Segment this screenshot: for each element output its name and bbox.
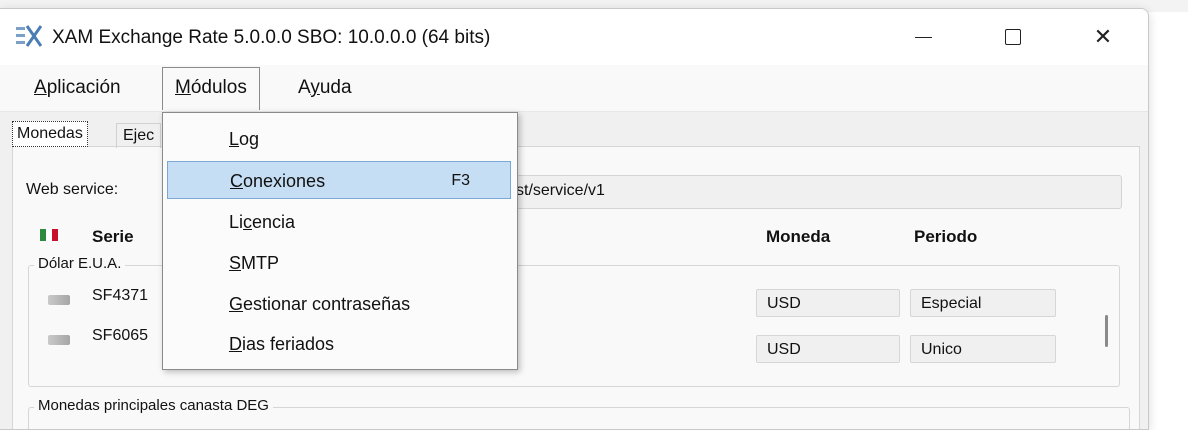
menu-item-label: SMTP bbox=[229, 253, 280, 273]
menu-mnemonic: y bbox=[310, 77, 320, 98]
menu-ayuda[interactable]: Ayuda bbox=[290, 73, 360, 103]
moneda-field[interactable]: USD bbox=[756, 335, 900, 363]
menu-item-gestionar-contrasenas[interactable]: Gestionar contraseñas bbox=[167, 285, 511, 323]
column-header-periodo: Periodo bbox=[914, 227, 978, 246]
webservice-value: st/service/v1 bbox=[516, 182, 605, 199]
scrollbar-thumb[interactable] bbox=[1105, 315, 1108, 347]
menu-item-conexiones[interactable]: Conexiones F3 bbox=[167, 161, 511, 199]
menu-item-smtp[interactable]: SMTP bbox=[167, 244, 511, 282]
row-flag-icon bbox=[48, 295, 70, 305]
menu-bar: Aplicación Módulos Ayuda bbox=[0, 65, 1148, 112]
background-code-line bbox=[140, 0, 260, 8]
app-window: XAM Exchange Rate 5.0.0.0 SBO: 10.0.0.0 … bbox=[0, 8, 1149, 430]
menu-aplicacion[interactable]: Aplicación bbox=[26, 73, 129, 103]
menu-label: ódulos bbox=[190, 77, 247, 98]
group-label: Monedas principales canasta DEG bbox=[34, 397, 273, 414]
background-code-line bbox=[420, 0, 570, 8]
menu-item-label: Gestionar contraseñas bbox=[229, 294, 411, 314]
close-icon: ✕ bbox=[1093, 24, 1113, 49]
window-title: XAM Exchange Rate 5.0.0.0 SBO: 10.0.0.0 … bbox=[52, 27, 491, 48]
serie-value: SF6065 bbox=[92, 327, 149, 344]
menu-item-log[interactable]: Log bbox=[167, 120, 511, 158]
row-flag-icon bbox=[48, 335, 70, 345]
menu-label: uda bbox=[319, 77, 352, 98]
modulos-dropdown-menu: Log Conexiones F3 Licencia SMTP Gestiona… bbox=[162, 112, 518, 370]
title-bar[interactable]: XAM Exchange Rate 5.0.0.0 SBO: 10.0.0.0 … bbox=[0, 9, 1148, 65]
periodo-field[interactable]: Especial bbox=[910, 289, 1056, 317]
menu-item-dias-feriados[interactable]: Dias feriados bbox=[167, 325, 511, 363]
group-label: Dólar E.U.A. bbox=[34, 255, 126, 272]
tab-ejecucion[interactable]: Ejec bbox=[116, 123, 162, 148]
shortcut-label: F3 bbox=[451, 172, 470, 189]
mexico-flag-icon bbox=[40, 229, 58, 241]
column-header-serie: Serie bbox=[92, 227, 134, 246]
webservice-label: Web service: bbox=[26, 181, 119, 198]
app-logo-icon bbox=[16, 25, 42, 47]
menu-modulos[interactable]: Módulos bbox=[162, 67, 260, 110]
periodo-field[interactable]: Unico bbox=[910, 335, 1056, 363]
maximize-button[interactable] bbox=[968, 9, 1058, 65]
menu-item-label: Conexiones bbox=[230, 171, 326, 191]
menu-item-label: Licencia bbox=[229, 212, 296, 232]
close-button[interactable]: ✕ bbox=[1058, 9, 1148, 65]
column-header-moneda: Moneda bbox=[766, 227, 831, 246]
menu-label: A bbox=[298, 77, 311, 98]
serie-value: SF4371 bbox=[92, 287, 149, 304]
moneda-field[interactable]: USD bbox=[756, 289, 900, 317]
menu-item-label: Log bbox=[229, 129, 260, 149]
menu-mnemonic: M bbox=[175, 77, 191, 98]
vertical-scrollbar[interactable] bbox=[1094, 285, 1120, 375]
webservice-field[interactable] bbox=[516, 175, 1122, 209]
background-code-line bbox=[36, 0, 76, 8]
menu-item-licencia[interactable]: Licencia bbox=[167, 203, 511, 241]
tab-monedas[interactable]: Monedas bbox=[12, 121, 88, 147]
menu-mnemonic: A bbox=[34, 77, 47, 98]
menu-label: plicación bbox=[46, 77, 121, 98]
menu-item-label: Dias feriados bbox=[229, 334, 335, 354]
minimize-button[interactable] bbox=[878, 9, 968, 65]
maximize-icon bbox=[1005, 29, 1021, 45]
minimize-icon bbox=[914, 36, 932, 38]
